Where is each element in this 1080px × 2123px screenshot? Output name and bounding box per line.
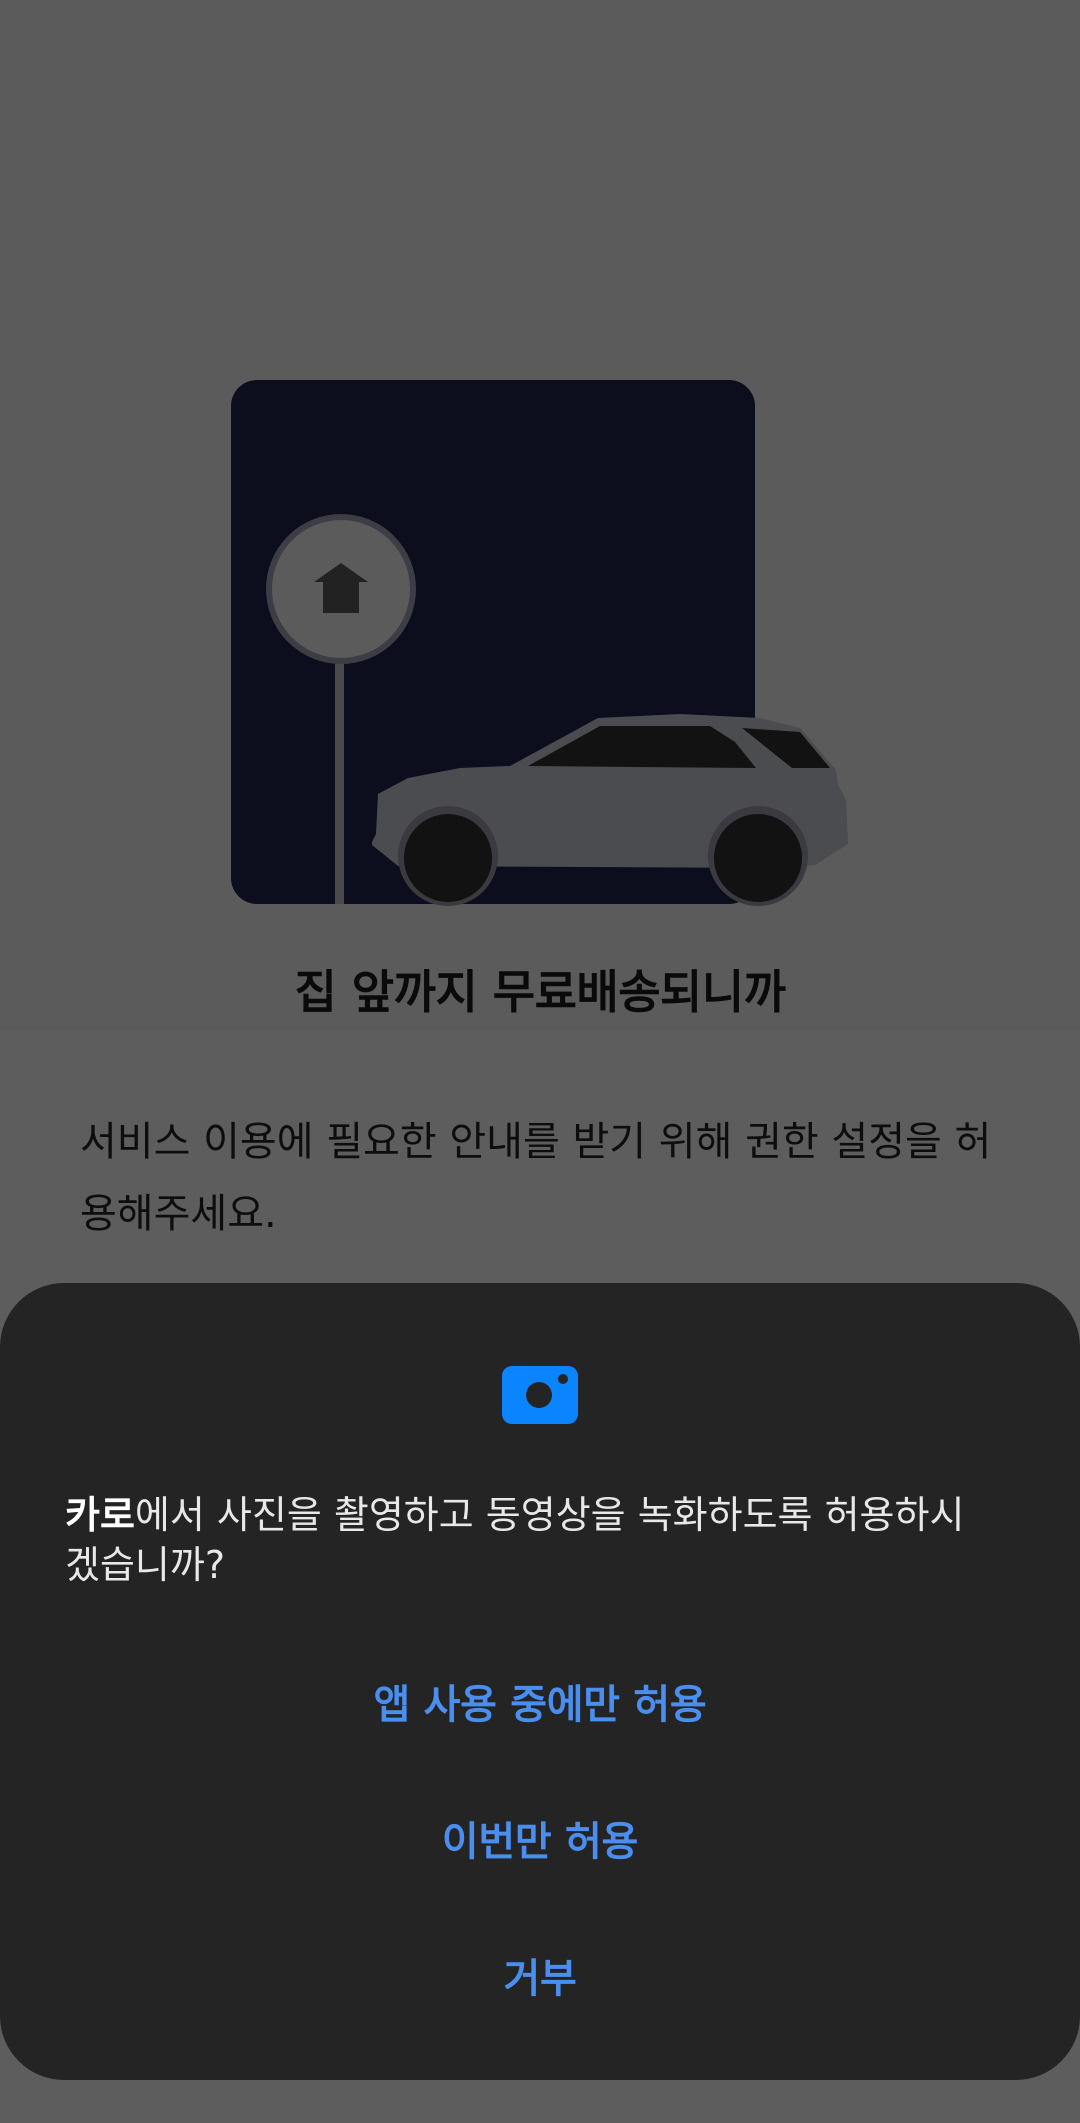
permission-screen: 집 앞까지 무료배송되니까 서비스 이용에 필요한 안내를 받기 위해 권한 설… [0, 0, 1080, 2123]
permission-message: 에서 사진을 촬영하고 동영상을 녹화하도록 허용하시겠습니까? [65, 1493, 965, 1587]
deny-button[interactable]: 거부 [0, 1924, 1080, 2034]
app-name: 카로 [65, 1493, 135, 1537]
permission-dialog: 카로에서 사진을 촬영하고 동영상을 녹화하도록 허용하시겠습니까? 앱 사용 … [0, 1283, 1080, 2080]
permission-description: 서비스 이용에 필요한 안내를 받기 위해 권한 설정을 허용해주세요. [80, 1119, 992, 1237]
illustration-card [231, 380, 755, 904]
headline: 집 앞까지 무료배송되니까 [294, 965, 786, 1019]
allow-once-button[interactable]: 이번만 허용 [0, 1787, 1080, 1897]
permission-prompt: 카로에서 사진을 촬영하고 동영상을 녹화하도록 허용하시겠습니까? [65, 1490, 965, 1590]
camera-icon [502, 1366, 578, 1424]
allow-while-using-button[interactable]: 앱 사용 중에만 허용 [0, 1650, 1080, 1760]
